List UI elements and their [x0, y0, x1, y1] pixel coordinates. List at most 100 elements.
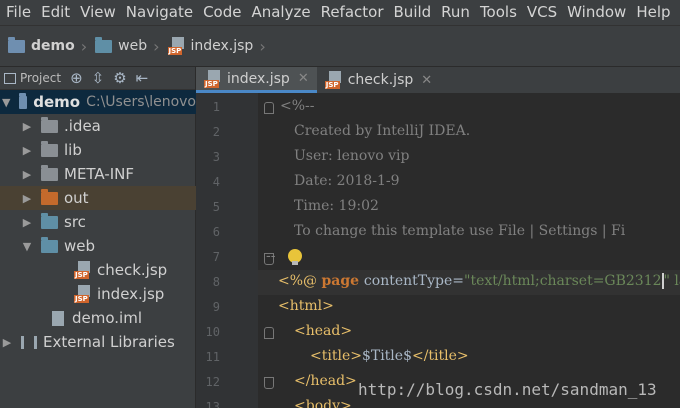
line-number: 3: [212, 150, 220, 164]
web-folder-icon: [41, 236, 58, 253]
tree-item-check-jsp[interactable]: JSP check.jsp: [0, 258, 196, 282]
breadcrumb-web[interactable]: web ›: [95, 36, 161, 56]
menu-run[interactable]: Run: [437, 0, 476, 25]
line-number: 13: [205, 400, 220, 408]
menu-navigate[interactable]: Navigate: [122, 0, 199, 25]
code-line-8: <%@ page contentType="text/html;charset=…: [278, 273, 680, 289]
attr-value-end: " la: [663, 273, 680, 289]
gear-icon[interactable]: ⚙: [113, 69, 126, 87]
tree-item-label: External Libraries: [43, 333, 175, 351]
module-folder-icon: [19, 92, 28, 109]
code-line-1: <%--: [280, 98, 315, 114]
tree-item-label: web: [64, 237, 96, 255]
line-number: 2: [212, 125, 220, 139]
line-number: 6: [212, 225, 220, 239]
collapse-arrow-icon[interactable]: ▶: [2, 336, 12, 349]
excluded-folder-icon: [41, 188, 58, 205]
editor-tabs: JSP index.jsp ✕ JSP check.jsp ✕: [196, 67, 680, 93]
menu-build[interactable]: Build: [390, 0, 438, 25]
tree-item-label: check.jsp: [97, 261, 168, 279]
tab-label: check.jsp: [347, 72, 414, 88]
collapse-arrow-icon[interactable]: ▶: [22, 120, 32, 133]
tree-item-label: demo.iml: [72, 309, 142, 327]
iml-file-icon: [52, 310, 64, 326]
tree-item-demo-iml[interactable]: demo.iml: [0, 306, 196, 330]
tree-item-meta-inf[interactable]: ▶ META-INF: [0, 162, 196, 186]
tree-item-label: index.jsp: [97, 285, 165, 303]
line-number: 9: [212, 300, 220, 314]
lightbulb-icon[interactable]: [288, 249, 302, 265]
tab-index-jsp[interactable]: JSP index.jsp ✕: [196, 67, 317, 93]
chevron-right-icon: ›: [80, 36, 88, 56]
close-icon[interactable]: ✕: [421, 73, 432, 88]
menu-bar: File Edit View Navigate Code Analyze Ref…: [0, 0, 680, 25]
tree-item-label: lib: [64, 141, 82, 159]
attr-name: contentType=: [363, 273, 464, 289]
breadcrumb: demo › web › JSP index.jsp ›: [0, 25, 680, 67]
tree-item-demo[interactable]: ▼ demo C:\Users\lenovo: [0, 90, 196, 114]
menu-tools[interactable]: Tools: [476, 0, 523, 25]
code-line-5: Time: 19:02: [294, 198, 379, 214]
fold-marker-icon[interactable]: [264, 102, 274, 114]
expand-arrow-icon[interactable]: ▼: [2, 96, 10, 109]
project-panel-title[interactable]: Project: [20, 71, 61, 85]
code-line-12: </head>: [294, 373, 357, 389]
expand-arrow-icon[interactable]: ▼: [22, 240, 32, 253]
menu-edit[interactable]: Edit: [37, 0, 76, 25]
tab-check-jsp[interactable]: JSP check.jsp ✕: [317, 67, 440, 93]
close-icon[interactable]: ✕: [298, 71, 309, 86]
tree-item-label: .idea: [64, 117, 101, 135]
line-number: 8: [212, 275, 220, 289]
line-number: 10: [205, 325, 220, 339]
breadcrumb-label: index.jsp: [190, 38, 254, 54]
collapse-arrow-icon[interactable]: ▶: [22, 168, 32, 181]
line-number: 1: [212, 100, 220, 114]
line-number: 4: [212, 175, 220, 189]
tree-item-web[interactable]: ▼ web: [0, 234, 196, 258]
attr-value: "text/html;charset=GB2312: [464, 273, 662, 289]
code-line-3: User: lenovo vip: [294, 148, 410, 164]
tree-item-idea[interactable]: ▶ .idea: [0, 114, 196, 138]
jsp-file-icon: JSP: [324, 71, 343, 89]
tree-item-lib[interactable]: ▶ lib: [0, 138, 196, 162]
breadcrumb-demo[interactable]: demo ›: [8, 36, 89, 56]
tree-item-index-jsp[interactable]: JSP index.jsp: [0, 282, 196, 306]
menu-window[interactable]: Window: [563, 0, 632, 25]
collapse-all-icon[interactable]: ⇳: [92, 69, 105, 87]
code-editor[interactable]: 1 2 3 4 5 6 7 8 9 10 11 12 13 <%-- Creat…: [196, 93, 680, 408]
project-view-icon[interactable]: [4, 72, 16, 84]
code-line-11: <title>$Title$</title>: [310, 348, 469, 364]
target-icon[interactable]: ⊕: [70, 69, 83, 87]
menu-code[interactable]: Code: [199, 0, 247, 25]
menu-vcs[interactable]: VCS: [523, 0, 563, 25]
menu-refactor[interactable]: Refactor: [317, 0, 390, 25]
tree-item-src[interactable]: ▶ src: [0, 210, 196, 234]
folder-icon: [41, 116, 58, 133]
folder-icon: [41, 164, 58, 181]
title-text: $Title$: [361, 348, 412, 364]
fold-marker-icon[interactable]: [264, 327, 274, 339]
code-line-2: Created by IntelliJ IDEA.: [294, 123, 471, 139]
code-line-6: To change this template use File | Setti…: [294, 223, 626, 239]
collapse-arrow-icon[interactable]: ▶: [22, 192, 32, 205]
menu-file[interactable]: File: [2, 0, 37, 25]
collapse-arrow-icon[interactable]: ▶: [22, 216, 32, 229]
menu-view[interactable]: View: [76, 0, 122, 25]
jsp-file-icon: JSP: [74, 285, 92, 303]
tree-item-path: C:\Users\lenovo: [86, 94, 196, 110]
code-line-7: --: [266, 248, 276, 264]
jsp-file-icon: JSP: [167, 37, 186, 55]
breadcrumb-label: web: [118, 38, 148, 54]
code-line-10: <head>: [294, 323, 353, 339]
collapse-arrow-icon[interactable]: ▶: [22, 144, 32, 157]
fold-marker-icon[interactable]: [264, 377, 274, 389]
jsp-file-icon: JSP: [204, 69, 222, 88]
hide-panel-icon[interactable]: ⇤: [136, 69, 149, 87]
breadcrumb-index-jsp[interactable]: JSP index.jsp ›: [167, 37, 268, 56]
menu-analyze[interactable]: Analyze: [247, 0, 316, 25]
title-close-tag: </title>: [411, 348, 469, 364]
tree-item-external-libraries[interactable]: ▶ External Libraries: [0, 330, 196, 354]
tree-item-label: META-INF: [64, 165, 135, 183]
menu-help[interactable]: Help: [632, 0, 676, 25]
tree-item-out[interactable]: ▶ out: [0, 186, 196, 210]
